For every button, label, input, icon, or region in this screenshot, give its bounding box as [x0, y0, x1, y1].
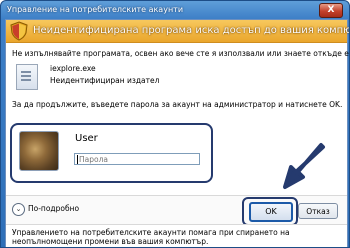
user-name: User: [75, 133, 98, 144]
arrow-pointer-icon: [283, 143, 325, 189]
warning-info-text: Не изпълнявайте програмата, освен ако ве…: [12, 49, 350, 58]
shield-icon: [10, 21, 28, 41]
password-input[interactable]: [74, 153, 200, 165]
program-icon: [16, 64, 38, 90]
uac-dialog-window: Управление на потребителските акаунти X …: [0, 0, 350, 248]
window-title: Управление на потребителските акаунти: [7, 5, 184, 14]
warning-banner: Неидентифицирана програма иска достъп до…: [6, 20, 350, 43]
chevron-down-icon[interactable]: ⌄: [12, 203, 25, 216]
dialog-body: Неидентифицирана програма иска достъп до…: [5, 19, 350, 247]
user-account-tile[interactable]: User: [10, 123, 213, 183]
banner-title: Неидентифицирана програма иска достъп до…: [33, 25, 350, 36]
title-bar: Управление на потребителските акаунти X: [1, 1, 349, 19]
help-footer: Управлението на потребителските акаунти …: [6, 224, 347, 247]
text-caret: [77, 155, 78, 164]
program-name: iexplore.exe: [50, 64, 96, 73]
cancel-button[interactable]: Отказ: [298, 203, 338, 219]
instruction-text: За да продължите, въведете парола за ака…: [12, 100, 343, 109]
avatar: [19, 131, 59, 171]
close-button[interactable]: X: [319, 3, 343, 18]
footer-help-text: Управлението на потребителските акаунти …: [12, 228, 290, 246]
program-publisher: Неидентифициран издател: [50, 76, 160, 85]
ok-button[interactable]: OK: [249, 202, 293, 222]
details-toggle[interactable]: По-подробно: [28, 204, 79, 213]
